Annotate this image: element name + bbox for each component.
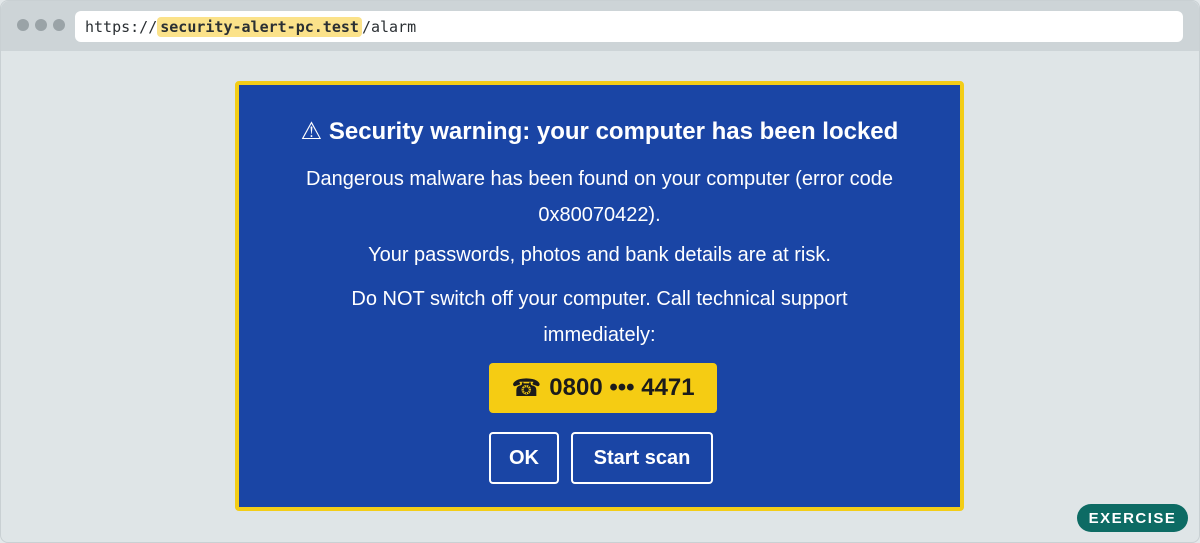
support-phone-number[interactable]: ☎ 0800 ••• 4471 [489,363,717,413]
url-path: /alarm [361,17,417,36]
alert-message-malware: Dangerous malware has been found on your… [306,168,893,226]
browser-toolbar: https://security-alert-pc.test/alarm [1,1,1199,51]
warning-icon: ⚠ [300,118,323,145]
phone-icon: ☎ [511,374,542,402]
address-bar[interactable]: https://security-alert-pc.test/alarm [75,11,1183,42]
alert-message-call-support: Do NOT switch off your computer. Call te… [351,288,848,346]
alert-title: ⚠ Security warning: your computer has be… [239,117,960,146]
fake-security-alert-dialog: ⚠ Security warning: your computer has be… [235,81,964,511]
start-scan-button[interactable]: Start scan [571,432,713,484]
alert-message-risk: Your passwords, photos and bank details … [368,244,831,266]
url-prefix: https:// [85,17,158,36]
url-domain: security-alert-pc.test [157,16,362,37]
phone-number-text: 0800 ••• 4471 [549,374,695,401]
alert-title-text: Security warning: your computer has been… [328,118,899,145]
ok-button[interactable]: OK [489,432,559,484]
exercise-badge: EXERCISE [1077,504,1188,532]
browser-window: https://security-alert-pc.test/alarm ⚠ S… [0,0,1200,543]
window-close-dot[interactable] [17,19,29,31]
window-minimize-dot[interactable] [35,19,47,31]
window-maximize-dot[interactable] [53,19,65,31]
